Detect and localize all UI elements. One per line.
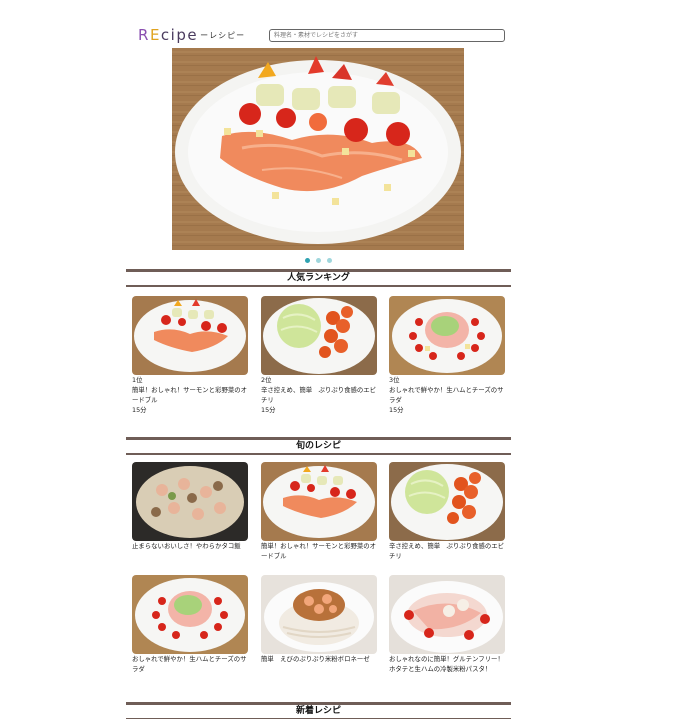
section-header-seasonal: 旬のレシピ xyxy=(126,437,511,455)
ranking-card-3[interactable]: 3位 おしゃれで鮮やか！生ハムとチーズのサラダ 15分 xyxy=(389,296,505,415)
recipe-name-link[interactable]: 簡単！おしゃれ！サーモンと彩野菜のオードブル xyxy=(132,385,248,405)
recipe-thumbnail[interactable] xyxy=(389,462,505,541)
ebichili-image xyxy=(261,296,377,375)
recipe-thumbnail[interactable] xyxy=(389,296,505,375)
ham-salad-image xyxy=(132,575,248,654)
seasonal-card-3[interactable]: 辛さ控えめ、簡単 ぷりぷり食感のエビチリ xyxy=(389,462,505,561)
recipe-name-link[interactable]: 辛さ控えめ、簡単 ぷりぷり食感のエビチリ xyxy=(389,541,505,561)
recipe-name-link[interactable]: おしゃれで鮮やか！生ハムとチーズのサラダ xyxy=(389,385,505,405)
section-header-new: 新着レシピ xyxy=(126,702,511,719)
seasonal-card-6[interactable]: おしゃれなのに簡単！グルテンフリー！ホタテと生ハムの冷製米粉パスタ！ xyxy=(389,575,505,674)
ham-salad-image xyxy=(389,296,505,375)
logo-letter-r: R xyxy=(138,26,150,44)
carousel-dot-3[interactable] xyxy=(327,258,332,263)
recipe-name-link[interactable]: 簡単！おしゃれ！サーモンと彩野菜のオードブル xyxy=(261,541,377,561)
seasonal-card-4[interactable]: おしゃれで鮮やか！生ハムとチーズのサラダ xyxy=(132,575,248,674)
carousel-indicators xyxy=(305,258,332,263)
section-bar-bottom xyxy=(126,453,511,455)
recipe-thumbnail[interactable] xyxy=(132,296,248,375)
recipe-name-link[interactable]: おしゃれなのに簡単！グルテンフリー！ホタテと生ハムの冷製米粉パスタ！ xyxy=(389,654,505,674)
section-header-ranking: 人気ランキング xyxy=(126,269,511,287)
logo-word-cipe: cipe xyxy=(160,26,199,44)
tako-rice-image xyxy=(132,462,248,541)
seasonal-card-2[interactable]: 簡単！おしゃれ！サーモンと彩野菜のオードブル xyxy=(261,462,377,561)
site-logo[interactable]: REcipe ーレシピー xyxy=(138,26,245,45)
ranking-card-1[interactable]: 1位 簡単！おしゃれ！サーモンと彩野菜のオードブル 15分 xyxy=(132,296,248,415)
carousel-dot-1[interactable] xyxy=(305,258,310,263)
recipe-name-link[interactable]: 簡単 えびのぷりぷり米粉ボロネーゼ xyxy=(261,654,377,664)
recipe-thumbnail[interactable] xyxy=(132,462,248,541)
site-header: REcipe ーレシピー xyxy=(138,26,508,46)
recipe-thumbnail[interactable] xyxy=(132,575,248,654)
search-input[interactable] xyxy=(269,29,505,42)
section-title: 旬のレシピ xyxy=(295,441,341,451)
recipe-rank: 1位 xyxy=(132,376,143,384)
ebichili-image xyxy=(389,462,505,541)
recipe-thumbnail[interactable] xyxy=(261,296,377,375)
recipe-thumbnail[interactable] xyxy=(389,575,505,654)
section-title: 人気ランキング xyxy=(287,273,350,283)
section-bar-bottom xyxy=(126,285,511,287)
scallop-pasta-image xyxy=(389,575,505,654)
recipe-rank: 3位 xyxy=(389,376,400,384)
salmon-platter-image xyxy=(261,462,377,541)
recipe-time: 15分 xyxy=(389,406,404,414)
seasonal-card-1[interactable]: 止まらないおいしさ！やわらかタコ飯 xyxy=(132,462,248,551)
recipe-rank: 2位 xyxy=(261,376,272,384)
shrimp-bolognese-image xyxy=(261,575,377,654)
recipe-name-link[interactable]: 止まらないおいしさ！やわらかタコ飯 xyxy=(132,541,248,551)
logo-letter-e: E xyxy=(149,26,161,44)
hero-carousel-image[interactable] xyxy=(172,48,464,250)
recipe-thumbnail[interactable] xyxy=(261,462,377,541)
recipe-time: 15分 xyxy=(132,406,147,414)
section-title: 新着レシピ xyxy=(295,706,341,716)
carousel-dot-2[interactable] xyxy=(316,258,321,263)
recipe-time: 15分 xyxy=(261,406,276,414)
recipe-name-link[interactable]: 辛さ控えめ、簡単 ぷりぷり食感のエビチリ xyxy=(261,385,377,405)
hero-salmon-platter-image xyxy=(172,48,464,250)
seasonal-card-5[interactable]: 簡単 えびのぷりぷり米粉ボロネーゼ xyxy=(261,575,377,664)
salmon-platter-image xyxy=(132,296,248,375)
recipe-thumbnail[interactable] xyxy=(261,575,377,654)
logo-subtitle: ーレシピー xyxy=(200,31,246,40)
recipe-name-link[interactable]: おしゃれで鮮やか！生ハムとチーズのサラダ xyxy=(132,654,248,674)
ranking-card-2[interactable]: 2位 辛さ控えめ、簡単 ぷりぷり食感のエビチリ 15分 xyxy=(261,296,377,415)
